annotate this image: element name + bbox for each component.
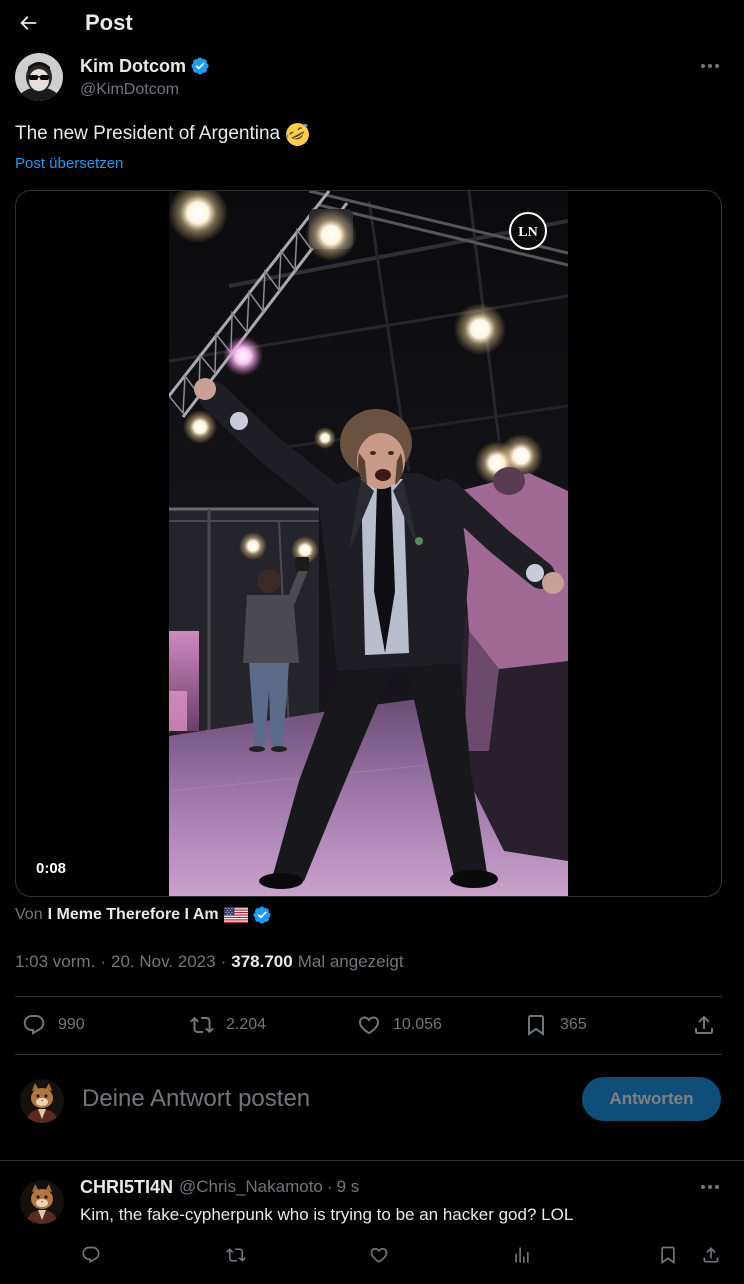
view-count: 378.700 xyxy=(231,952,293,971)
post-meta: 1:03 vorm. · 20. Nov. 2023 · 378.700 Mal ange… xyxy=(15,951,404,973)
reply-text: Kim, the fake-cypherpunk who is trying t… xyxy=(80,1205,574,1224)
reply-submit-button[interactable]: Antworten xyxy=(582,1077,721,1121)
reply-icon xyxy=(22,1013,46,1037)
author-avatar[interactable] xyxy=(15,53,63,101)
reply-author-handle[interactable]: @Chris_Nakamoto xyxy=(179,1176,323,1198)
reply-icon[interactable] xyxy=(81,1245,101,1265)
more-icon[interactable] xyxy=(700,57,720,75)
like-icon[interactable] xyxy=(369,1245,389,1265)
repost-button[interactable]: 2.204 xyxy=(190,1013,266,1037)
reply-author-name[interactable]: CHRI5TI4N xyxy=(80,1176,173,1198)
post-text-content: The new President of Argentina xyxy=(15,123,281,144)
reply-header: CHRI5TI4N @Chris_Nakamoto · 9 s xyxy=(80,1176,359,1198)
rolling-on-the-floor-laughing-emoji-icon xyxy=(285,122,310,147)
views-icon[interactable] xyxy=(512,1245,532,1265)
reply-button[interactable]: 990 xyxy=(22,1013,85,1037)
repost-count: 2.204 xyxy=(226,1016,267,1033)
share-button[interactable] xyxy=(692,1013,716,1037)
current-user-avatar[interactable] xyxy=(20,1079,64,1123)
post-time[interactable]: 1:03 vorm. xyxy=(15,952,95,971)
media-attribution: Von I Meme Therefore I Am xyxy=(15,904,272,926)
ln-logo-text: LN xyxy=(518,225,537,240)
arrow-left-icon[interactable] xyxy=(17,12,39,34)
meta-separator: · xyxy=(220,952,227,971)
view-count-label: Mal angezeigt xyxy=(297,952,404,971)
divider xyxy=(15,1054,722,1055)
repost-icon xyxy=(190,1013,214,1037)
video-duration: 0:08 xyxy=(31,859,72,879)
repost-icon[interactable] xyxy=(226,1245,246,1265)
post-text: The new President of Argentina xyxy=(15,121,310,147)
reply-input[interactable] xyxy=(82,1083,562,1115)
ln-logo: LN xyxy=(509,212,547,250)
reply-count: 990 xyxy=(58,1016,85,1033)
translate-link[interactable]: Post übersetzen xyxy=(15,155,123,173)
author-line: Kim Dotcom xyxy=(80,55,210,77)
verified-badge-icon xyxy=(252,905,272,925)
divider xyxy=(15,996,722,997)
reply-author-avatar[interactable] xyxy=(20,1180,64,1224)
bookmark-count: 365 xyxy=(560,1016,587,1033)
video-frame[interactable]: LN xyxy=(169,191,568,896)
more-icon[interactable] xyxy=(700,1178,720,1196)
reply-separator: · xyxy=(326,1177,333,1196)
share-icon[interactable] xyxy=(701,1245,721,1265)
page-title: Post xyxy=(85,10,133,35)
attribution-prefix: Von xyxy=(15,906,43,923)
attribution-name[interactable]: I Meme Therefore I Am xyxy=(48,904,219,926)
bookmark-button[interactable]: 365 xyxy=(524,1013,587,1037)
meta-separator: · xyxy=(100,952,106,971)
us-flag-icon xyxy=(223,907,248,923)
bookmark-icon[interactable] xyxy=(658,1245,678,1265)
verified-badge-icon[interactable] xyxy=(190,56,210,76)
author-handle[interactable]: @KimDotcom xyxy=(80,79,179,101)
divider xyxy=(0,1160,744,1161)
share-icon xyxy=(692,1013,716,1037)
video-player[interactable]: LN 0:08 xyxy=(15,190,722,897)
like-button[interactable]: 10.056 xyxy=(357,1013,442,1037)
author-name[interactable]: Kim Dotcom xyxy=(80,55,186,77)
bookmark-icon xyxy=(524,1013,548,1037)
like-icon xyxy=(357,1013,381,1037)
reply-time[interactable]: 9 s xyxy=(337,1176,360,1198)
like-count: 10.056 xyxy=(393,1016,442,1033)
post-date[interactable]: 20. Nov. 2023 xyxy=(111,952,216,971)
